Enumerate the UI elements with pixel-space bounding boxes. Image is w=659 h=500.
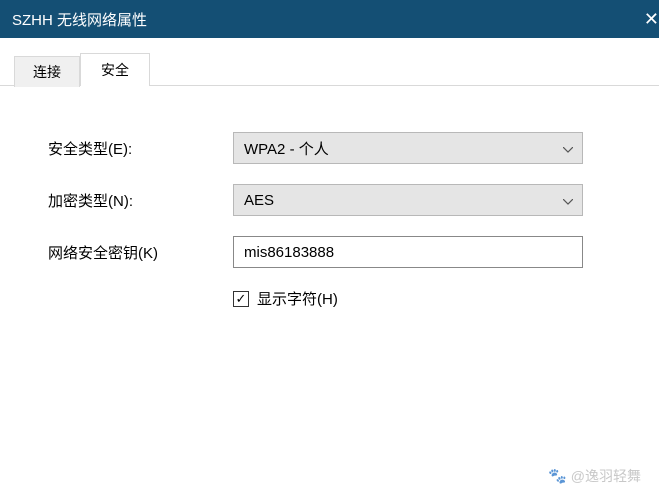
- tab-security-label: 安全: [101, 62, 129, 78]
- network-key-input[interactable]: [233, 236, 583, 268]
- show-characters-label: 显示字符(H): [257, 288, 338, 309]
- tab-bar: 连接 安全: [0, 38, 659, 86]
- network-key-label: 网络安全密钥(K): [48, 242, 233, 263]
- close-icon: ✕: [644, 9, 659, 30]
- encryption-type-row: 加密类型(N): AES: [48, 184, 611, 216]
- close-button[interactable]: ✕: [639, 0, 659, 38]
- tab-connection[interactable]: 连接: [14, 56, 80, 87]
- encryption-type-label: 加密类型(N):: [48, 190, 233, 211]
- security-type-select[interactable]: WPA2 - 个人: [233, 132, 583, 164]
- encryption-type-text: AES: [244, 192, 274, 209]
- encryption-type-value: AES: [233, 184, 583, 216]
- watermark-text: @逸羽轻舞: [571, 466, 641, 486]
- security-type-text: WPA2 - 个人: [244, 138, 329, 159]
- security-type-value: WPA2 - 个人: [233, 132, 583, 164]
- titlebar: SZHH 无线网络属性 ✕: [0, 0, 659, 38]
- network-key-row: 网络安全密钥(K): [48, 236, 611, 268]
- window-title: SZHH 无线网络属性: [12, 9, 147, 30]
- tab-security[interactable]: 安全: [80, 53, 150, 86]
- paw-icon: 🐾: [548, 467, 567, 485]
- security-type-label: 安全类型(E):: [48, 138, 233, 159]
- security-type-row: 安全类型(E): WPA2 - 个人: [48, 132, 611, 164]
- show-characters-row: ✓ 显示字符(H): [233, 288, 611, 309]
- watermark: 🐾 @逸羽轻舞: [548, 466, 641, 486]
- tab-content: 安全类型(E): WPA2 - 个人 加密类型(N): AES 网络安全密钥(K…: [0, 86, 659, 329]
- show-characters-checkbox[interactable]: ✓: [233, 291, 249, 307]
- encryption-type-select[interactable]: AES: [233, 184, 583, 216]
- checkmark-icon: ✓: [236, 292, 247, 305]
- tab-connection-label: 连接: [33, 64, 61, 80]
